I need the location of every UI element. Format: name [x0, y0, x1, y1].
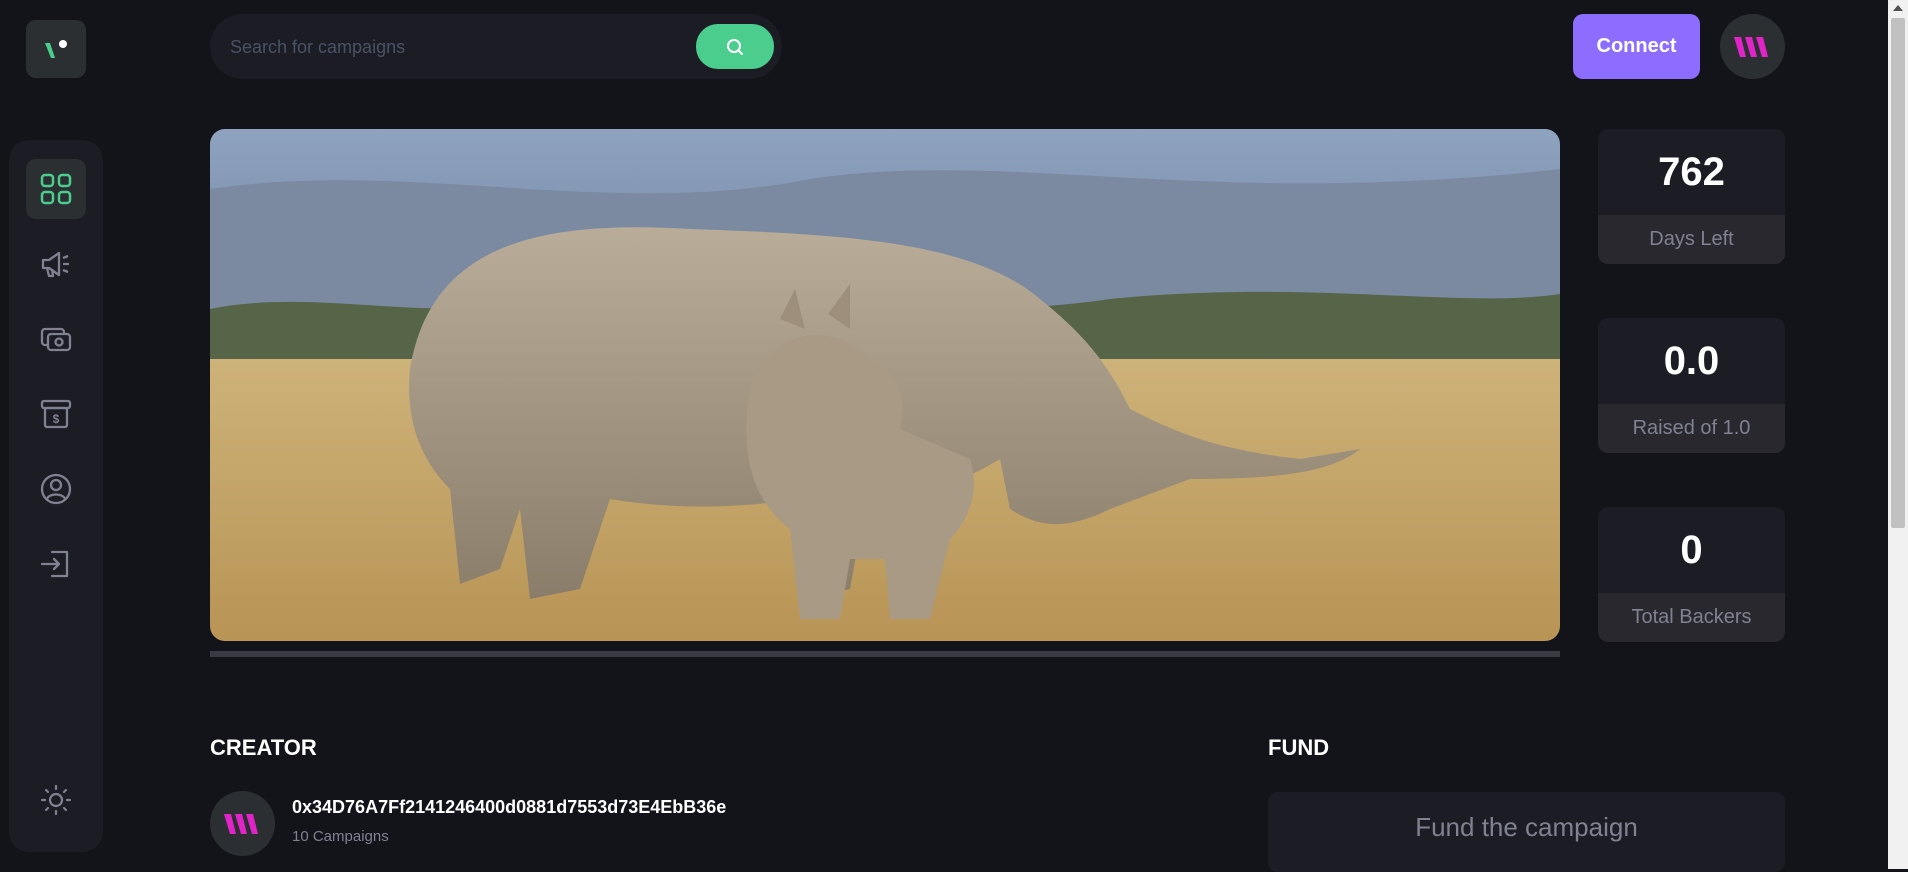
fund-heading: Fund [1268, 735, 1330, 760]
stat-value: 762 [1598, 129, 1785, 215]
logout-icon [40, 550, 69, 578]
campaign-image [210, 129, 1560, 641]
sidebar-item-dashboard[interactable] [26, 159, 86, 219]
sidebar-item-campaign[interactable] [26, 234, 86, 294]
theme-toggle[interactable] [30, 774, 82, 826]
megaphone-icon [41, 251, 69, 278]
brand-logo-icon [45, 40, 67, 58]
brand-logo[interactable] [26, 20, 86, 78]
fund-panel: Fund the campaign [1268, 792, 1785, 872]
svg-text:$: $ [53, 412, 60, 426]
scrollbar-thumb[interactable] [1891, 18, 1905, 528]
thirdweb-logo-icon [1733, 36, 1768, 57]
sun-icon [40, 784, 72, 816]
creator-address: 0x34D76A7Ff2141246400d0881d7553d73E4EbB3… [292, 797, 727, 817]
sidebar-item-withdraw[interactable]: $ [26, 384, 86, 444]
stat-label: Total Backers [1598, 593, 1785, 642]
payment-icon [40, 327, 72, 352]
sidebar-item-profile[interactable] [26, 459, 86, 519]
withdraw-icon: $ [40, 399, 72, 429]
scroll-up-arrow[interactable] [1893, 5, 1903, 11]
search-bar [210, 14, 782, 81]
stat-value: 0.0 [1598, 318, 1785, 404]
stat-total-backers: 0 Total Backers [1598, 507, 1785, 642]
stat-value: 0 [1598, 507, 1785, 593]
search-input[interactable] [228, 14, 692, 81]
sidebar-item-logout[interactable] [26, 534, 86, 594]
profile-icon [40, 473, 72, 505]
thirdweb-logo-icon [223, 813, 258, 834]
sidebar: $ [9, 140, 103, 852]
profile-avatar[interactable] [1720, 14, 1785, 79]
stat-label: Raised of 1.0 [1598, 404, 1785, 453]
creator-avatar [210, 791, 275, 856]
creator-campaign-count: 10 Campaigns [292, 828, 389, 845]
dashboard-grid-icon [40, 173, 72, 205]
creator-heading: Creator [210, 735, 317, 760]
stat-label: Days Left [1598, 215, 1785, 264]
connect-button[interactable]: Connect [1573, 14, 1700, 79]
funding-progress-bar [210, 651, 1560, 657]
sidebar-item-payment[interactable] [26, 309, 86, 369]
stat-raised: 0.0 Raised of 1.0 [1598, 318, 1785, 453]
stat-days-left: 762 Days Left [1598, 129, 1785, 264]
fund-panel-title: Fund the campaign [1415, 812, 1638, 842]
search-icon [727, 38, 743, 55]
search-button[interactable] [696, 24, 774, 69]
rhino-photo [210, 129, 1560, 641]
page-scrollbar[interactable] [1888, 0, 1908, 869]
